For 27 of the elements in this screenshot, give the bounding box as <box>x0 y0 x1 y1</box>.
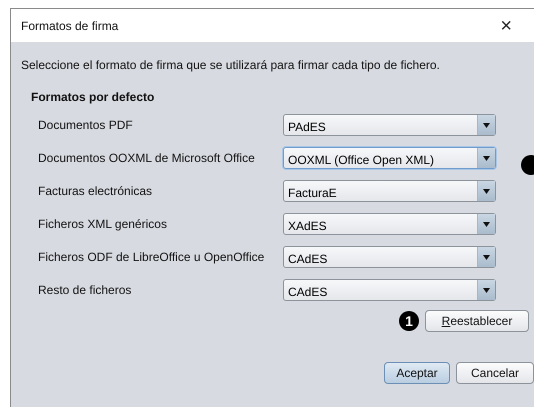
format-dropdown[interactable]: PAdES <box>283 114 496 136</box>
dialog-button[interactable]: Aceptar <box>384 362 450 384</box>
section-title: Formatos por defecto <box>30 89 156 106</box>
reset-button[interactable]: Reestablecer <box>425 310 529 332</box>
callout-marker: 1 <box>399 311 419 331</box>
dropdown-arrow-icon <box>483 156 490 160</box>
window-title: Formatos de firma <box>21 18 118 34</box>
instructions-text: Seleccione el formato de firma que se utilizará para firmar cada tipo de fichero. <box>21 57 441 74</box>
format-dropdown[interactable]: OOXML (Office Open XML) <box>283 147 496 169</box>
dropdown-arrow-icon <box>483 188 490 194</box>
field-label: Documentos OOXML de Microsoft Office <box>37 150 256 167</box>
field-label: Resto de ficheros <box>37 282 132 299</box>
field-label: Ficheros ODF de LibreOffice u OpenOffice <box>37 249 266 266</box>
callout-marker-icon <box>521 155 534 175</box>
dropdown-arrow-icon <box>483 122 490 128</box>
dialog-button[interactable]: Cancelar <box>456 362 534 384</box>
format-dropdown[interactable]: FacturaE <box>283 180 496 202</box>
close-button[interactable]: × <box>500 16 512 36</box>
field-label: Documentos PDF <box>37 117 134 134</box>
dropdown-arrow-icon <box>483 288 490 292</box>
format-dropdown[interactable]: CAdES <box>283 279 496 301</box>
field-label: Ficheros XML genéricos <box>37 216 168 233</box>
format-dropdown[interactable]: XAdES <box>283 213 496 235</box>
format-dropdown[interactable]: CAdES <box>283 246 496 268</box>
dropdown-arrow-icon <box>483 254 490 260</box>
dropdown-arrow-icon <box>483 222 490 226</box>
field-label: Facturas electrónicas <box>37 183 154 200</box>
